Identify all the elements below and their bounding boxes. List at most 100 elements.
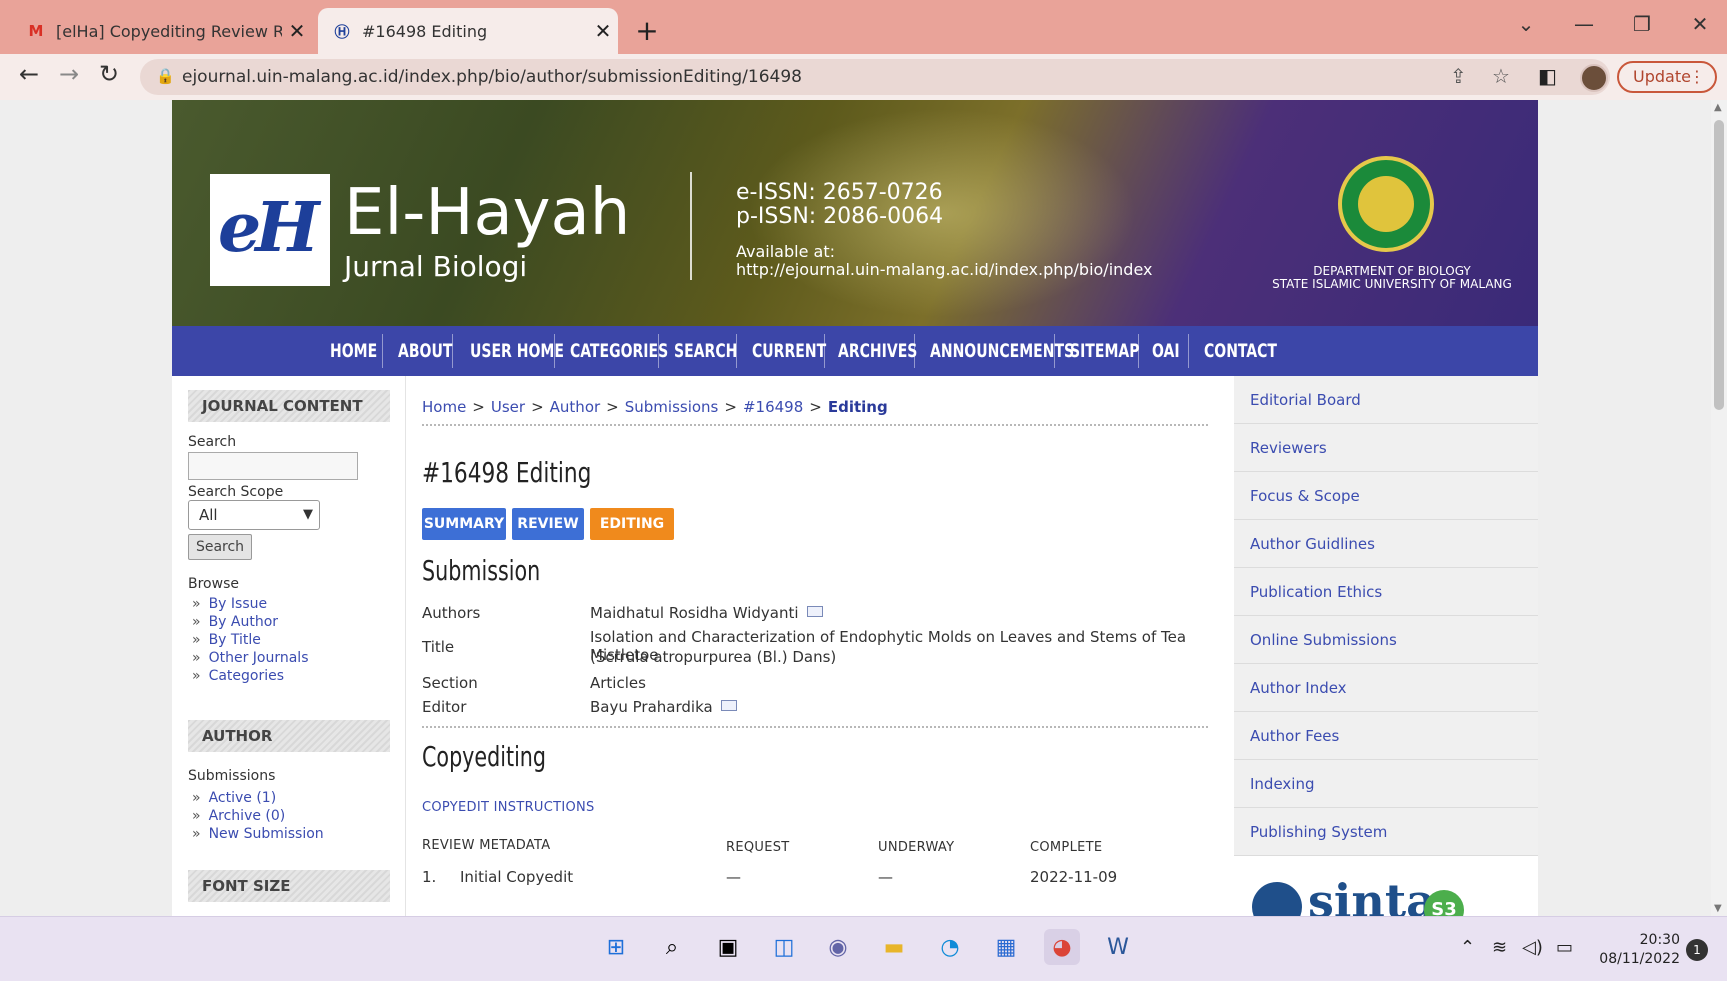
nav-search[interactable]: SEARCH [674,326,737,376]
browse-other-journals[interactable]: » Other Journals [192,650,309,666]
sinta-logo[interactable]: sinta S3 [1252,868,1472,916]
widgets-icon[interactable]: ◫ [766,929,802,965]
nav-categories[interactable]: CATEGORIES [570,326,668,376]
nav-about[interactable]: ABOUT [398,326,452,376]
email-icon[interactable] [806,606,823,617]
crumb-submission-id[interactable]: #16498 [743,398,803,416]
wifi-icon[interactable]: ≋ [1492,937,1507,958]
link-publication-ethics[interactable]: Publication Ethics [1234,568,1538,616]
submissions-archive[interactable]: » Archive (0) [192,808,285,824]
back-icon[interactable]: ← [12,60,46,88]
forward-icon[interactable]: → [52,60,86,88]
nav-separator [914,334,915,368]
address-bar[interactable]: 🔒 ejournal.uin-malang.ac.id/index.php/bi… [140,59,1610,95]
browse-by-title[interactable]: » By Title [192,632,261,648]
crumb-submissions[interactable]: Submissions [625,398,719,416]
nav-separator [824,334,825,368]
lock-icon[interactable]: 🔒 [156,67,175,85]
close-window-icon[interactable]: ✕ [1680,12,1720,36]
notification-badge[interactable]: 1 [1686,939,1708,961]
new-submission[interactable]: » New Submission [192,826,324,842]
page-viewport: eH El-Hayah Jurnal Biologi e-ISSN: 2657-… [0,100,1711,916]
link-author-fees[interactable]: Author Fees [1234,712,1538,760]
nav-announcements[interactable]: ANNOUNCEMENTS [930,326,1074,376]
file-explorer-icon[interactable]: ▬ [876,929,912,965]
search-scope-select[interactable]: All ▼ [188,500,320,530]
link-reviewers[interactable]: Reviewers [1234,424,1538,472]
nav-current[interactable]: CURRENT [752,326,826,376]
tab-review[interactable]: REVIEW [512,508,584,540]
nav-archives[interactable]: ARCHIVES [838,326,917,376]
main-content: Home > User > Author > Submissions > #16498 > Edit… [406,376,1234,916]
link-focus-scope[interactable]: Focus & Scope [1234,472,1538,520]
link-editorial-board[interactable]: Editorial Board [1234,376,1538,424]
store-icon[interactable]: ▦ [988,929,1024,965]
nav-sitemap[interactable]: SITEMAP [1070,326,1140,376]
crumb-user[interactable]: User [491,398,525,416]
word-icon[interactable]: W [1100,929,1136,965]
close-tab-icon[interactable]: ✕ [282,19,312,43]
reload-icon[interactable]: ↻ [92,60,126,88]
share-icon[interactable]: ⇪ [1450,64,1467,88]
link-publishing-system[interactable]: Publishing System [1234,808,1538,856]
copyedit-instructions-link[interactable]: COPYEDIT INSTRUCTIONS [422,800,595,815]
crumb-author[interactable]: Author [550,398,601,416]
task-view-icon[interactable]: ▣ [710,929,746,965]
link-text: Other Journals [208,650,309,666]
nav-user-home[interactable]: USER HOME [470,326,564,376]
link-text: Archive (0) [208,808,286,824]
bookmark-star-icon[interactable]: ☆ [1492,64,1510,88]
sidebar-search-input[interactable] [188,452,358,480]
minimize-icon[interactable]: — [1564,12,1604,36]
close-tab-icon[interactable]: ✕ [588,19,618,43]
authors-label: Authors [422,604,481,622]
section-value: Articles [590,674,646,692]
chat-icon[interactable]: ◉ [820,929,856,965]
new-tab-button[interactable]: + [632,14,662,47]
review-metadata-link[interactable]: REVIEW METADATA [422,838,550,853]
tab-editing[interactable]: Ⓗ #16498 Editing ✕ [318,8,618,54]
search-icon[interactable]: ⌕ [654,929,690,965]
crumb-current[interactable]: Editing [828,398,888,416]
link-indexing[interactable]: Indexing [1234,760,1538,808]
sidebar-search-button[interactable]: Search [188,534,252,560]
email-icon[interactable] [720,700,737,711]
browse-by-author[interactable]: » By Author [192,614,278,630]
tab-summary[interactable]: SUMMARY [422,508,506,540]
restore-icon[interactable]: ❐ [1622,12,1662,36]
side-panel-icon[interactable]: ◧ [1538,64,1557,88]
tab-editing[interactable]: EDITING [590,508,674,540]
update-button[interactable]: Update ⋮ [1617,61,1717,93]
pissn: p-ISSN: 2086-0064 [736,204,944,229]
crumb-sep: > [531,398,544,416]
nav-contact[interactable]: CONTACT [1204,326,1277,376]
edge-icon[interactable]: ◔ [932,929,968,965]
tab-gmail[interactable]: M [elHa] Copyediting Review Reque ✕ [12,8,312,54]
volume-icon[interactable]: ◁) [1522,937,1543,958]
link-author-guidelines[interactable]: Author Guidlines [1234,520,1538,568]
crumb-home[interactable]: Home [422,398,466,416]
show-hidden-icon[interactable]: ⌃ [1460,937,1475,958]
site-favicon-icon: Ⓗ [334,22,350,41]
link-author-index[interactable]: Author Index [1234,664,1538,712]
battery-icon[interactable]: ▭ [1556,937,1573,958]
nav-home[interactable]: HOME [330,326,377,376]
profile-avatar[interactable] [1580,64,1608,92]
scroll-thumb[interactable] [1714,120,1724,410]
browse-categories[interactable]: » Categories [192,668,284,684]
chrome-icon[interactable]: ◕ [1044,929,1080,965]
windows-start-icon[interactable]: ⊞ [598,929,634,965]
scroll-down-icon[interactable]: ▼ [1714,903,1722,914]
search-scope-label: Search Scope [188,484,284,500]
link-online-submissions[interactable]: Online Submissions [1234,616,1538,664]
submissions-active[interactable]: » Active (1) [192,790,276,806]
page-scrollbar[interactable]: ▲ ▼ [1711,100,1727,916]
tab-search-icon[interactable]: ⌄ [1506,12,1546,36]
system-clock[interactable]: 20:30 08/11/2022 [1590,931,1680,969]
bullet-icon: » [192,596,201,612]
journal-logo[interactable]: eH [210,174,330,286]
nav-oai[interactable]: OAI [1152,326,1180,376]
link-text: New Submission [208,826,324,842]
scroll-up-icon[interactable]: ▲ [1714,102,1722,113]
browse-by-issue[interactable]: » By Issue [192,596,267,612]
